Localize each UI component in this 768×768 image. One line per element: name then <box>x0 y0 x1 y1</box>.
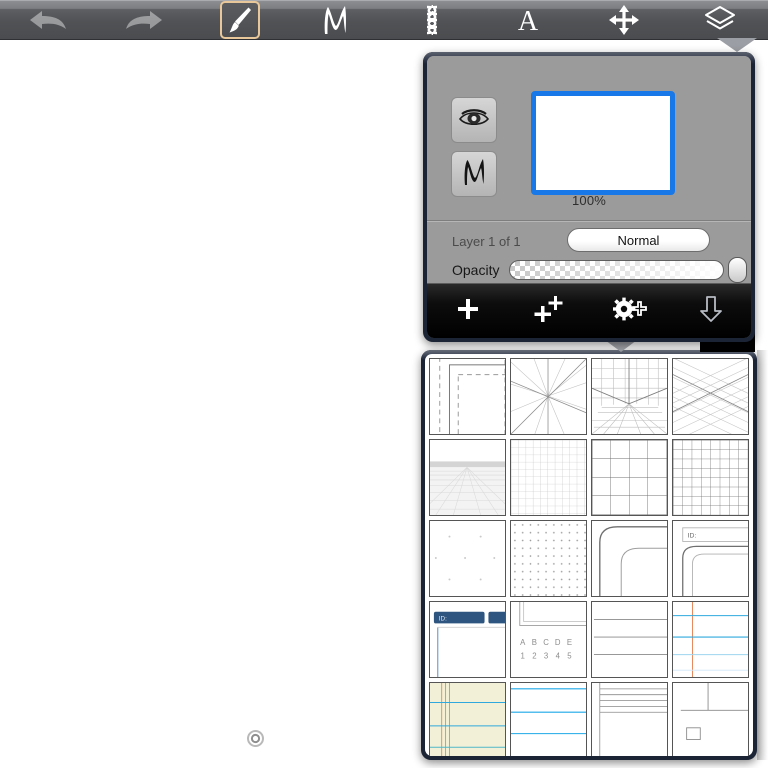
template-row: Legal Pad Blue Lines <box>427 682 751 756</box>
toolbar-button-layers[interactable]: Layers <box>672 0 768 40</box>
template-two-point-persp[interactable]: Two Point Perspective <box>672 358 749 435</box>
opacity-percent-value: 100% <box>571 193 607 208</box>
opacity-label: Opacity <box>452 262 500 278</box>
template-row: Floor Perspective Fine Grid <box>427 439 751 516</box>
toolbar-button-undo[interactable]: Undo <box>0 0 96 40</box>
template-room-box[interactable]: Room Box Perspective <box>591 358 668 435</box>
template-grid: Dashed Border Frame One Point Perspec <box>425 354 753 756</box>
layers-panel-top: 100% <box>427 56 751 221</box>
template-id-card[interactable]: ID: ID Card <box>672 520 749 597</box>
template-dense-dots[interactable]: Dense Dot Grid <box>510 520 587 597</box>
template-ledger-top[interactable]: Ledger Top Lines <box>591 682 668 756</box>
template-blue-lines[interactable]: Blue Lines <box>510 682 587 756</box>
svg-text:A: A <box>518 6 539 35</box>
template-dashed-border[interactable]: Dashed Border Frame <box>429 358 506 435</box>
layer-thumbnail[interactable] <box>531 91 675 195</box>
add-layer-button[interactable]: Add Layer <box>427 284 508 338</box>
template-notebook-blue[interactable]: Notebook Blue Rule <box>672 601 749 678</box>
abc-letter: C <box>543 638 549 647</box>
toolbar-button-symmetry[interactable]: Symmetry <box>384 0 480 40</box>
abc-number: 2 <box>532 651 536 660</box>
squiggle-icon <box>321 4 351 36</box>
template-panel-shadow <box>757 350 768 760</box>
layers-panel-actions: Add Layer Duplicate Layer <box>427 284 751 338</box>
move-arrows-icon <box>609 4 639 35</box>
arrow-down-icon <box>698 295 724 328</box>
top-toolbar: Undo Redo Brush <box>0 0 768 40</box>
template-abc-grid[interactable]: A B C D E 1 2 3 4 5 Lettered Grid <box>510 601 587 678</box>
letter-a-icon: A <box>513 5 543 35</box>
abc-number: 4 <box>556 651 561 660</box>
layer-settings-button[interactable]: Layer Settings <box>589 284 670 338</box>
layers-panel-pointer-top <box>717 38 757 52</box>
plus-plus-icon <box>534 295 564 327</box>
abc-number: 5 <box>567 651 571 660</box>
template-grid-medium[interactable]: Medium Grid <box>672 439 749 516</box>
layers-panel-middle: Layer 1 of 1 Normal Opacity <box>427 221 751 284</box>
blend-mode-select[interactable]: Normal <box>567 228 710 252</box>
merge-down-button[interactable]: Merge Down <box>670 284 751 338</box>
template-grid-fine[interactable]: Fine Grid <box>510 439 587 516</box>
abc-letter: B <box>532 638 537 647</box>
abc-letter: D <box>555 638 561 647</box>
toolbar-button-brush[interactable]: Brush <box>192 0 288 40</box>
abc-letter: A <box>520 638 526 647</box>
layers-panel-inner: 100% Layer 1 of 1 Normal Opacity <box>427 56 751 338</box>
squiggle-icon <box>461 157 487 192</box>
brush-selected-frame <box>220 0 260 39</box>
template-sparse-dots[interactable]: Sparse Dots <box>429 520 506 597</box>
toolbar-button-transform[interactable]: Transform <box>576 0 672 40</box>
abc-letter: E <box>567 638 572 647</box>
paintbrush-icon <box>227 5 253 35</box>
toolbar-button-text[interactable]: A Text <box>480 0 576 40</box>
toolbar-button-smudge[interactable]: Smudge <box>288 0 384 40</box>
template-rounded-frame[interactable]: Rounded Frame <box>591 520 668 597</box>
opacity-slider[interactable] <box>509 260 724 280</box>
layers-icon <box>703 5 737 35</box>
opacity-slider-knob[interactable] <box>728 257 747 283</box>
gear-plus-icon <box>612 296 647 327</box>
template-id-card-text: ID: <box>688 533 697 540</box>
plus-icon <box>456 297 480 326</box>
app-root: Undo Redo Brush <box>0 0 768 768</box>
eye-icon <box>458 108 490 133</box>
layer-blend-button[interactable] <box>451 151 497 197</box>
template-id-form-text: ID: <box>439 616 447 623</box>
template-row: ID: ID Form A B C D <box>427 601 751 678</box>
template-id-form[interactable]: ID: ID Form <box>429 601 506 678</box>
template-legal-pad[interactable]: Legal Pad <box>429 682 506 756</box>
layers-panel: 100% Layer 1 of 1 Normal Opacity <box>423 52 755 342</box>
template-row: Sparse Dots Dense Dot Grid <box>427 520 751 597</box>
brush-size-handle-icon[interactable] <box>247 730 264 747</box>
template-row: Dashed Border Frame One Point Perspec <box>427 358 751 435</box>
symmetry-icon <box>417 4 447 36</box>
layer-count-label: Layer 1 of 1 <box>452 234 521 249</box>
template-panel: Dashed Border Frame One Point Perspec <box>421 350 757 760</box>
arrow-left-icon <box>26 7 70 33</box>
abc-number: 1 <box>521 651 525 660</box>
template-one-point-persp[interactable]: One Point Perspective <box>510 358 587 435</box>
template-floor-persp[interactable]: Floor Perspective <box>429 439 506 516</box>
toolbar-button-redo[interactable]: Redo <box>96 0 192 40</box>
duplicate-layer-button[interactable]: Duplicate Layer <box>508 284 589 338</box>
template-storyboard[interactable]: Storyboard Layout <box>672 682 749 756</box>
blend-mode-value: Normal <box>617 232 660 248</box>
abc-number: 3 <box>544 651 548 660</box>
template-wide-ruled[interactable]: Wide Ruled Lines <box>591 601 668 678</box>
arrow-right-icon <box>122 7 166 33</box>
layer-visibility-button[interactable] <box>451 97 497 143</box>
template-grid-coarse[interactable]: Coarse Grid <box>591 439 668 516</box>
